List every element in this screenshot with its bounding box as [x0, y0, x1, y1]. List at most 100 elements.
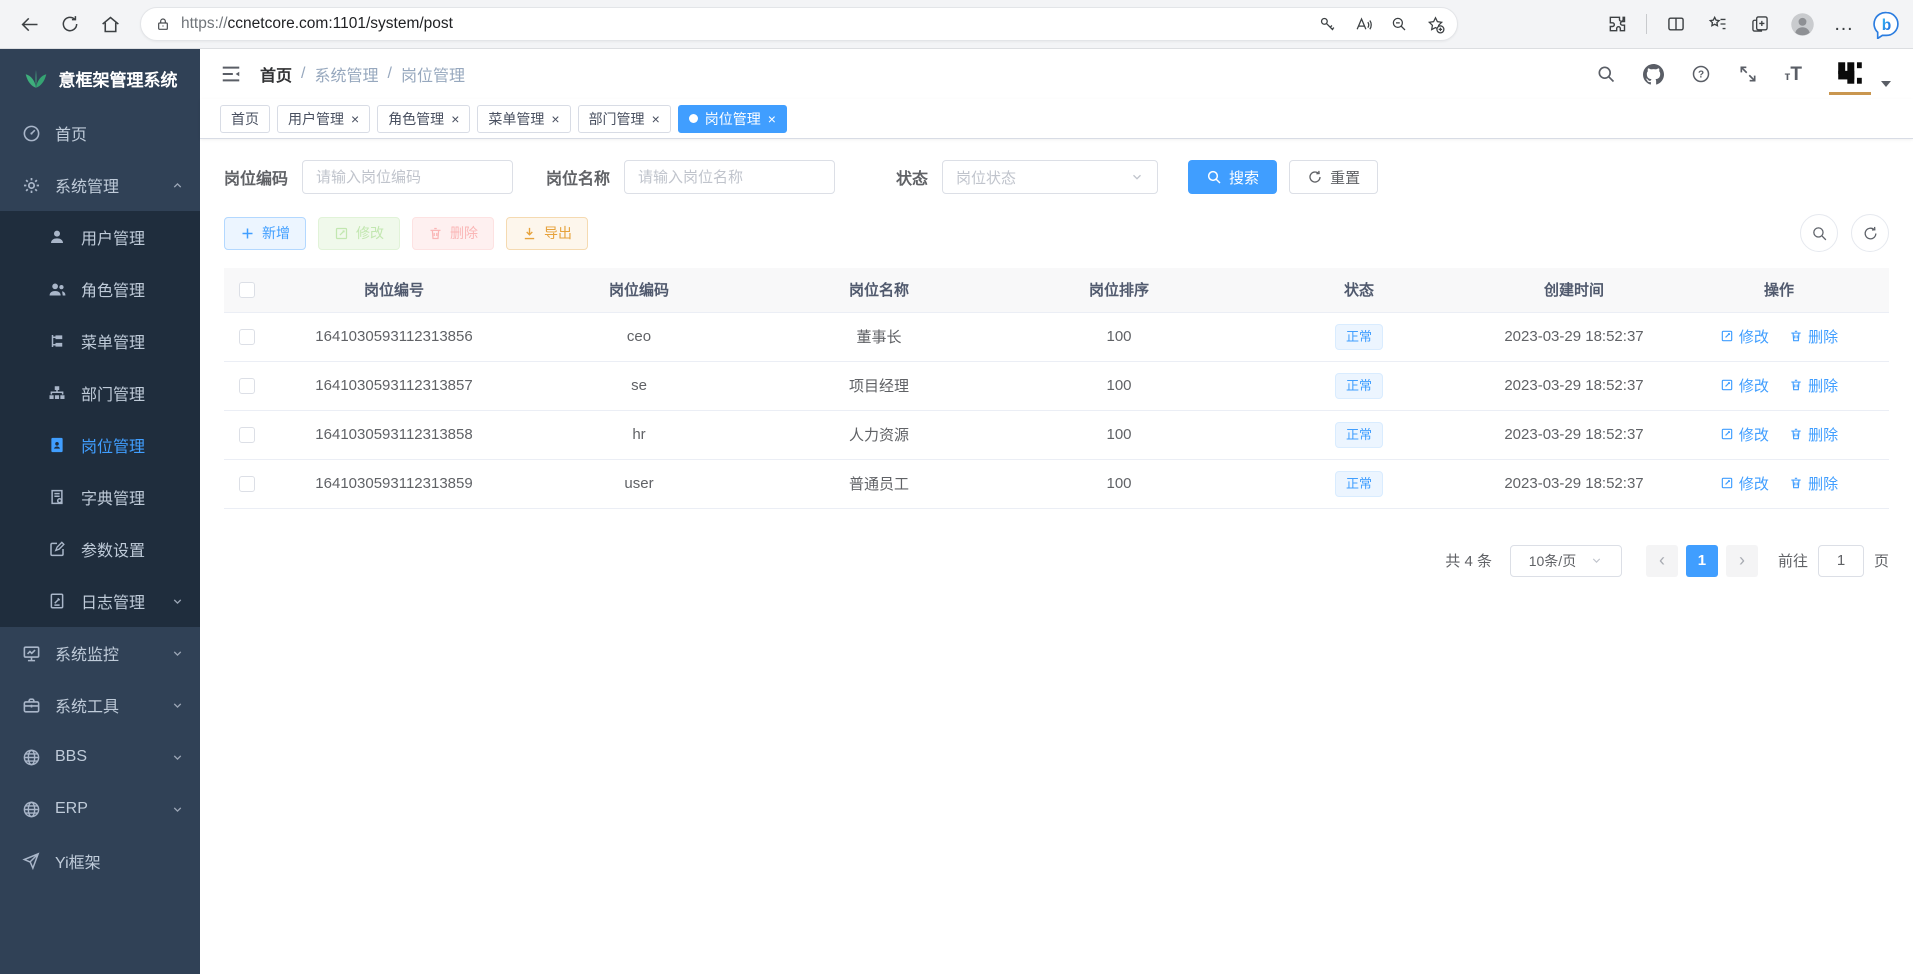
sidebar-item-erp[interactable]: ERP [0, 783, 200, 835]
tab-label: 首页 [231, 109, 259, 129]
app-logo[interactable]: 意框架管理系统 [0, 49, 200, 107]
row-checkbox[interactable] [239, 476, 255, 492]
sidebar-item-yi-framework[interactable]: Yi框架 [0, 835, 200, 887]
select-all-checkbox[interactable] [239, 282, 255, 298]
sidebar-item-system-monitor[interactable]: 系统监控 [0, 627, 200, 679]
tab-label: 菜单管理 [488, 109, 544, 129]
cell-post-id: 1641030593112313859 [269, 459, 519, 508]
profile-avatar-icon [1789, 11, 1816, 38]
github-link-button[interactable] [1643, 64, 1664, 85]
sidebar-item-department-management[interactable]: 部门管理 [0, 367, 200, 419]
text-size-button[interactable]: тT [1785, 65, 1803, 84]
close-icon[interactable]: × [652, 112, 660, 126]
table-row[interactable]: 1641030593112313857 se 项目经理 100 正常 2023-… [224, 361, 1889, 410]
row-delete-link[interactable]: 删除 [1789, 473, 1838, 494]
cell-post-sort: 100 [999, 312, 1239, 361]
close-icon[interactable]: × [451, 112, 459, 126]
extensions-button[interactable] [1600, 7, 1634, 41]
browser-refresh-button[interactable] [50, 5, 90, 43]
row-delete-link[interactable]: 删除 [1789, 326, 1838, 347]
tab-department-management[interactable]: 部门管理 × [578, 105, 671, 133]
browser-back-button[interactable] [10, 5, 50, 43]
url-text: https://ccnetcore.com:1101/system/post [181, 15, 1311, 33]
close-icon[interactable]: × [351, 112, 359, 126]
tab-post-management[interactable]: 岗位管理 × [678, 105, 787, 133]
post-name-input[interactable] [624, 160, 835, 194]
address-bar[interactable]: https://ccnetcore.com:1101/system/post [140, 7, 1458, 41]
tab-user-management[interactable]: 用户管理 × [277, 105, 370, 133]
close-icon[interactable]: × [551, 112, 559, 126]
prev-page-button[interactable]: ‹ [1646, 545, 1678, 577]
cell-post-name: 董事长 [759, 312, 999, 361]
zoom-out-button[interactable] [1383, 10, 1415, 38]
sidebar-item-parameter-settings[interactable]: 参数设置 [0, 523, 200, 575]
table-row[interactable]: 1641030593112313858 hr 人力资源 100 正常 2023-… [224, 410, 1889, 459]
sidebar-item-role-management[interactable]: 角色管理 [0, 263, 200, 315]
read-aloud-button[interactable] [1347, 10, 1379, 38]
dictionary-icon [48, 488, 68, 506]
sidebar-item-system-management[interactable]: 系统管理 [0, 159, 200, 211]
sidebar-item-log-management[interactable]: 日志管理 [0, 575, 200, 627]
sidebar-item-bbs[interactable]: BBS [0, 731, 200, 783]
sidebar-item-dictionary-management[interactable]: 字典管理 [0, 471, 200, 523]
current-page-button[interactable]: 1 [1686, 545, 1718, 577]
split-screen-icon [1666, 14, 1686, 34]
trash-icon [1789, 329, 1803, 343]
table-row[interactable]: 1641030593112313856 ceo 董事长 100 正常 2023-… [224, 312, 1889, 361]
breadcrumb-home[interactable]: 首页 [260, 62, 292, 86]
home-icon [100, 14, 121, 35]
refresh-table-button[interactable] [1851, 214, 1889, 252]
row-delete-link[interactable]: 删除 [1789, 375, 1838, 396]
copilot-button[interactable]: b [1869, 7, 1903, 41]
table-row[interactable]: 1641030593112313859 user 普通员工 100 正常 202… [224, 459, 1889, 508]
tab-role-management[interactable]: 角色管理 × [377, 105, 470, 133]
fullscreen-button[interactable] [1738, 64, 1758, 84]
user-avatar-menu[interactable] [1829, 53, 1891, 95]
collections-button[interactable] [1743, 7, 1777, 41]
next-page-button[interactable]: › [1726, 545, 1758, 577]
row-delete-link[interactable]: 删除 [1789, 424, 1838, 445]
goto-page-input[interactable] [1818, 545, 1864, 577]
add-button[interactable]: 新增 [224, 217, 306, 250]
row-edit-link[interactable]: 修改 [1720, 326, 1769, 347]
status-select[interactable]: 岗位状态 [942, 160, 1158, 194]
post-code-input[interactable] [302, 160, 513, 194]
sidebar-item-system-tools[interactable]: 系统工具 [0, 679, 200, 731]
edit-button[interactable]: 修改 [318, 217, 400, 250]
delete-button[interactable]: 删除 [412, 217, 494, 250]
favorites-button[interactable] [1701, 7, 1735, 41]
toggle-search-button[interactable] [1800, 214, 1838, 252]
help-button[interactable]: ? [1691, 64, 1711, 84]
browser-home-button[interactable] [90, 5, 130, 43]
browser-profile-button[interactable] [1785, 7, 1819, 41]
page-size-select[interactable]: 10条/页 [1510, 545, 1622, 577]
close-icon[interactable]: × [768, 112, 776, 126]
row-edit-link[interactable]: 修改 [1720, 424, 1769, 445]
row-checkbox[interactable] [239, 378, 255, 394]
tab-menu-management[interactable]: 菜单管理 × [477, 105, 570, 133]
sidebar-item-menu-management[interactable]: 菜单管理 [0, 315, 200, 367]
svg-text:b: b [1881, 17, 1890, 34]
row-checkbox[interactable] [239, 427, 255, 443]
sidebar-item-post-management[interactable]: 岗位管理 [0, 419, 200, 471]
post-name-label: 岗位名称 [546, 165, 610, 189]
tab-home[interactable]: 首页 [220, 105, 270, 133]
password-key-button[interactable] [1311, 10, 1343, 38]
split-screen-button[interactable] [1659, 7, 1693, 41]
row-edit-link[interactable]: 修改 [1720, 375, 1769, 396]
sidebar-collapse-button[interactable] [220, 63, 242, 85]
fullscreen-icon [1738, 64, 1758, 84]
add-favorite-button[interactable] [1419, 10, 1451, 38]
browser-settings-button[interactable]: … [1827, 7, 1861, 41]
status-label: 状态 [896, 165, 928, 189]
search-button[interactable]: 搜索 [1188, 160, 1277, 194]
cell-post-code: hr [519, 410, 759, 459]
edit-pen-icon [1720, 378, 1734, 392]
sidebar-item-user-management[interactable]: 用户管理 [0, 211, 200, 263]
row-edit-link[interactable]: 修改 [1720, 473, 1769, 494]
row-checkbox[interactable] [239, 329, 255, 345]
reset-button[interactable]: 重置 [1289, 160, 1378, 194]
sidebar-item-home[interactable]: 首页 [0, 107, 200, 159]
export-button[interactable]: 导出 [506, 217, 588, 250]
header-search-button[interactable] [1596, 64, 1616, 84]
